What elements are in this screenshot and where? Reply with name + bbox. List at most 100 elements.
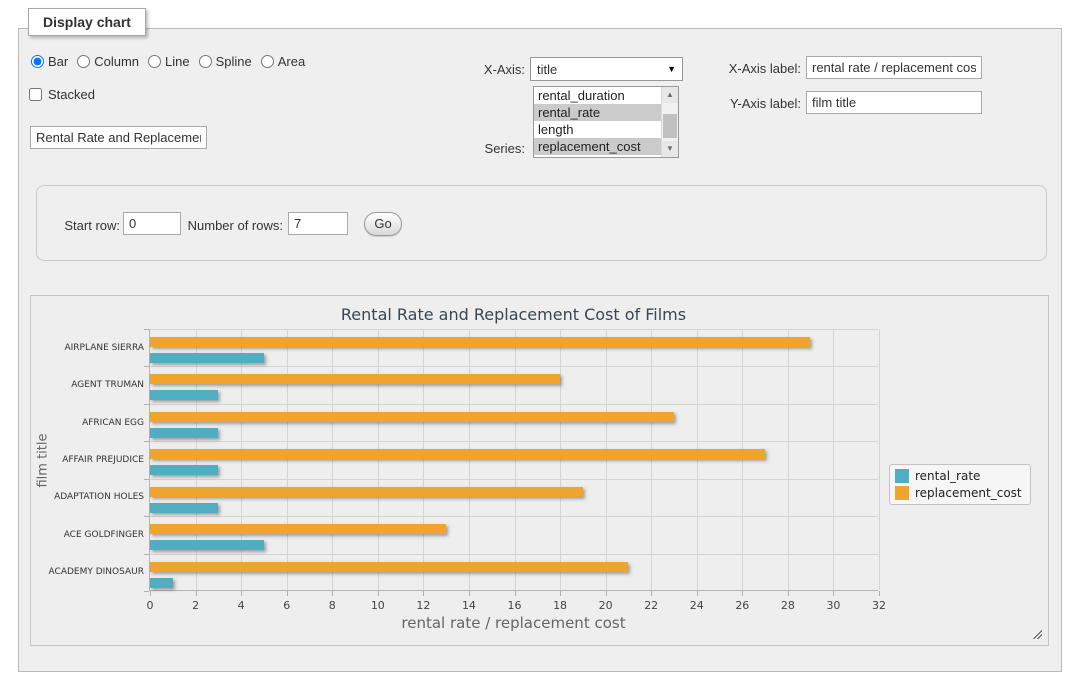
scroll-up-icon[interactable]: ▲ [662,87,678,103]
x-axis-title: rental rate / replacement cost [149,614,878,632]
chart-title-input[interactable] [30,126,207,149]
chart-type-radio-column[interactable] [77,55,90,68]
gridline [423,329,424,590]
page: Display chart BarColumnLineSplineArea St… [0,0,1081,681]
x-axis-tick-label: 8 [315,599,349,612]
resize-grip-icon[interactable] [1031,628,1042,639]
x-axis-tick [332,591,333,596]
chart-legend: rental_rate replacement_cost [889,464,1031,505]
scroll-down-icon[interactable]: ▼ [662,141,678,157]
chart-type-label: Area [278,54,305,69]
chart-type-option-column[interactable]: Column [77,54,139,69]
category-label: AIRPLANE SIERRA [32,343,144,353]
gridline [879,329,880,590]
bar-replacement_cost [150,524,446,534]
legend-item-rental_rate[interactable]: rental_rate [895,469,1022,483]
gridline [515,329,516,590]
chart-type-radio-spline[interactable] [199,55,212,68]
gridline [469,329,470,590]
legend-item-replacement_cost[interactable]: replacement_cost [895,486,1022,500]
x-axis-tick-label: 16 [498,599,532,612]
x-axis-tick-label: 26 [725,599,759,612]
chart-type-option-bar[interactable]: Bar [31,54,68,69]
legend-label: replacement_cost [915,486,1022,500]
gridline [241,329,242,590]
y-axis-label-input[interactable] [806,91,982,114]
x-axis-tick-label: 6 [270,599,304,612]
chart-plot-area: 02468101214161820222426283032AIRPLANE SI… [149,329,878,591]
x-axis-select[interactable]: title ▼ [530,57,683,81]
gridline [697,329,698,590]
chart-type-label: Column [94,54,139,69]
x-axis-tick [606,591,607,596]
y-axis-tick [144,366,149,367]
category-label: ACE GOLDFINGER [32,530,144,540]
stacked-checkbox[interactable] [29,88,42,101]
stacked-checkbox-row[interactable]: Stacked [29,87,95,102]
x-axis-tick [196,591,197,596]
gridline [287,329,288,590]
series-scrollbar[interactable]: ▲ ▼ [661,87,678,157]
chart-type-radio-bar[interactable] [31,55,44,68]
chart-type-radio-area[interactable] [261,55,274,68]
category-label: AGENT TRUMAN [32,380,144,390]
x-axis-tick [469,591,470,596]
y-axis-tick [144,516,149,517]
start-row-input[interactable] [123,212,181,235]
x-axis-tick [150,591,151,596]
y-axis-tick [144,404,149,405]
legend-swatch-icon [895,486,909,500]
bar-replacement_cost [150,337,810,347]
x-axis-tick [788,591,789,596]
y-axis-label-label: Y-Axis label: [705,96,801,111]
x-axis-tick-label: 20 [589,599,623,612]
x-axis-tick-label: 28 [771,599,805,612]
x-axis-tick-label: 0 [133,599,167,612]
bar-rental_rate [150,578,173,588]
series-options: rental_durationrental_ratelengthreplacem… [534,87,661,157]
y-axis-tick [144,441,149,442]
x-axis-tick [515,591,516,596]
x-axis-tick [378,591,379,596]
x-axis-tick-label: 12 [406,599,440,612]
gridline [788,329,789,590]
legend-label: rental_rate [915,469,980,483]
bar-replacement_cost [150,374,560,384]
chart-type-radio-group: Bar Column Line Spline Area [31,54,305,69]
y-axis-tick [144,591,149,592]
x-axis-tick-label: 10 [361,599,395,612]
series-option-rental_rate[interactable]: rental_rate [534,104,661,121]
x-axis-tick-label: 18 [543,599,577,612]
number-of-rows-input[interactable] [288,212,348,235]
x-axis-tick-label: 2 [179,599,213,612]
series-listbox[interactable]: rental_durationrental_ratelengthreplacem… [533,86,679,158]
gridline [150,366,878,367]
chart-type-option-line[interactable]: Line [148,54,190,69]
start-row-label: Start row: [58,218,120,233]
x-axis-select-label: X-Axis: [450,62,525,77]
gridline [606,329,607,590]
chart-title: Rental Rate and Replacement Cost of Film… [149,305,878,324]
gridline [150,441,878,442]
series-option-rental_duration[interactable]: rental_duration [534,87,661,104]
go-button[interactable]: Go [364,212,402,236]
bar-rental_rate [150,503,218,513]
x-axis-tick [833,591,834,596]
x-axis-tick [287,591,288,596]
x-axis-tick-label: 14 [452,599,486,612]
gridline [150,329,878,330]
series-option-length[interactable]: length [534,121,661,138]
chart-type-option-spline[interactable]: Spline [199,54,252,69]
stacked-label: Stacked [48,87,95,102]
chart-type-radio-line[interactable] [148,55,161,68]
x-axis-tick-label: 4 [224,599,258,612]
chart-type-label: Bar [48,54,68,69]
chart-type-option-area[interactable]: Area [261,54,305,69]
scroll-thumb[interactable] [663,114,677,138]
legend-swatch-icon [895,469,909,483]
x-axis-label-input[interactable] [806,56,982,79]
bar-replacement_cost [150,562,628,572]
series-option-replacement_cost[interactable]: replacement_cost [534,138,661,155]
bar-rental_rate [150,465,218,475]
x-axis-tick [697,591,698,596]
